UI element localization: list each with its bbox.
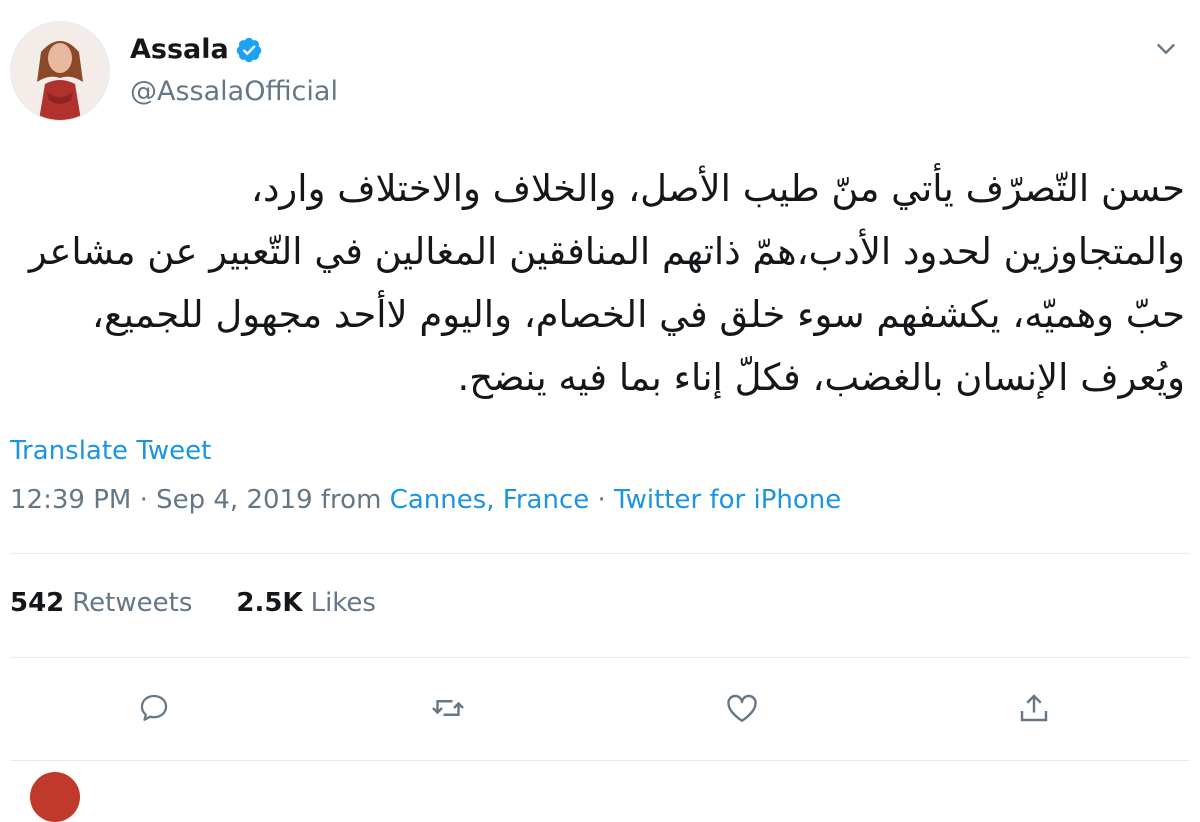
tweet-text-line: ويُعرف الإنسان بالغضب، فكلّ إناء بما فيه… bbox=[457, 356, 1185, 399]
retweets-stat[interactable]: 542 Retweets bbox=[10, 588, 192, 618]
meta-separator: · bbox=[597, 485, 615, 515]
like-icon bbox=[727, 694, 757, 722]
tweet-text: حسن التّصرّف يأتي منّ طيب الأصل، والخلاف… bbox=[10, 157, 1185, 409]
share-icon bbox=[1020, 694, 1048, 722]
divider bbox=[10, 553, 1190, 554]
like-button[interactable] bbox=[720, 686, 764, 730]
retweet-button[interactable] bbox=[426, 686, 470, 730]
tweet-text-line: حسن التّصرّف يأتي منّ طيب الأصل، والخلاف… bbox=[251, 167, 1185, 210]
verified-badge-icon bbox=[235, 36, 263, 64]
display-name[interactable]: Assala bbox=[130, 34, 229, 65]
reply-button[interactable] bbox=[132, 686, 176, 730]
retweet-icon bbox=[432, 700, 464, 716]
retweets-label: Retweets bbox=[72, 588, 193, 618]
user-name-row[interactable]: Assala bbox=[130, 34, 263, 65]
share-button[interactable] bbox=[1012, 686, 1056, 730]
divider bbox=[10, 760, 1190, 761]
tweet-source-link[interactable]: Twitter for iPhone bbox=[614, 485, 841, 515]
avatar-image bbox=[11, 22, 109, 120]
divider bbox=[10, 657, 1190, 658]
tweet-stats: 542 Retweets 2.5K Likes bbox=[10, 588, 420, 618]
user-handle[interactable]: @AssalaOfficial bbox=[130, 76, 338, 107]
retweets-count: 542 bbox=[10, 588, 65, 618]
chevron-down-icon[interactable] bbox=[1152, 34, 1180, 62]
from-label: from bbox=[320, 485, 390, 515]
reply-avatar[interactable] bbox=[30, 772, 80, 822]
meta-separator: · bbox=[139, 485, 157, 515]
reply-icon bbox=[140, 694, 168, 721]
tweet-location-link[interactable]: Cannes, France bbox=[390, 485, 590, 515]
profile-avatar[interactable] bbox=[10, 21, 110, 121]
tweet-date[interactable]: Sep 4, 2019 bbox=[156, 485, 313, 515]
likes-label: Likes bbox=[310, 588, 376, 618]
likes-stat[interactable]: 2.5K Likes bbox=[236, 588, 376, 618]
translate-tweet-link[interactable]: Translate Tweet bbox=[10, 436, 211, 466]
tweet-meta: 12:39 PM · Sep 4, 2019 from Cannes, Fran… bbox=[10, 485, 841, 515]
tweet-text-line: حبّ وهميّه، يكشفهم سوء خلق في الخصام، وا… bbox=[92, 293, 1185, 336]
tweet-time[interactable]: 12:39 PM bbox=[10, 485, 131, 515]
likes-count: 2.5K bbox=[236, 588, 303, 618]
tweet-text-line: والمتجاوزين لحدود الأدب،همّ ذاتهم المناف… bbox=[28, 230, 1185, 273]
